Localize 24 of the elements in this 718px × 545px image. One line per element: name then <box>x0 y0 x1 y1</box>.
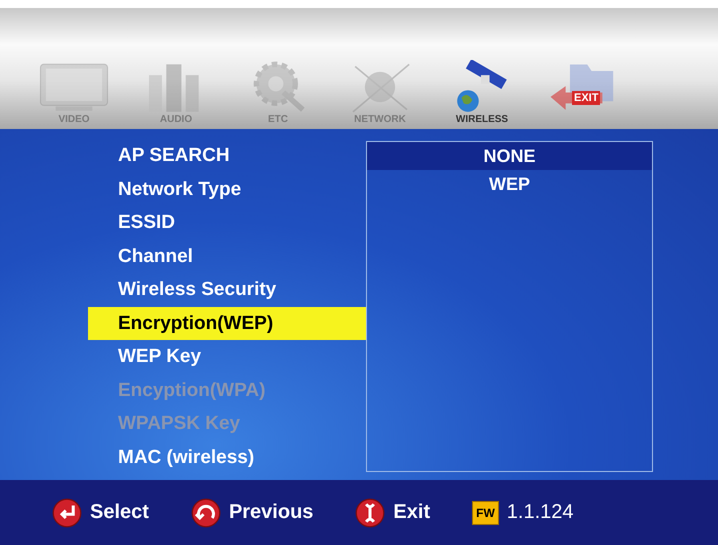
menu-item[interactable]: Encryption(WEP) <box>88 306 366 340</box>
menu-item[interactable]: MAC (wireless) <box>88 440 366 474</box>
tab-label: NETWORK <box>354 114 406 126</box>
menu-item[interactable]: Channel <box>88 240 366 274</box>
tab-label: ETC <box>268 114 288 126</box>
menu-tab[interactable]: WIRELESS <box>444 60 520 126</box>
menu-item[interactable]: WEP Key <box>88 340 366 374</box>
menu-item[interactable]: Wireless Security <box>88 273 366 307</box>
enter-icon <box>52 498 82 528</box>
tab-label: WIRELESS <box>456 114 508 126</box>
menu-item[interactable]: ESSID <box>88 206 366 240</box>
menu-item[interactable]: AP SEARCH <box>88 139 366 173</box>
option-item[interactable]: WEP <box>367 170 652 198</box>
tab-label: AUDIO <box>160 114 192 126</box>
menu-item[interactable]: Network Type <box>88 172 366 206</box>
tab-label: VIDEO <box>58 114 90 126</box>
firmware-badge: FW <box>472 500 499 525</box>
menu-tab[interactable]: EXIT <box>546 58 622 126</box>
tab-label: EXIT <box>572 91 600 106</box>
footer-label: Previous <box>228 501 314 524</box>
option-item[interactable]: NONE <box>367 142 652 170</box>
footer-label: Select <box>90 501 149 524</box>
footer-label: Exit <box>393 501 430 524</box>
firmware-version: 1.1.124 <box>506 501 574 524</box>
